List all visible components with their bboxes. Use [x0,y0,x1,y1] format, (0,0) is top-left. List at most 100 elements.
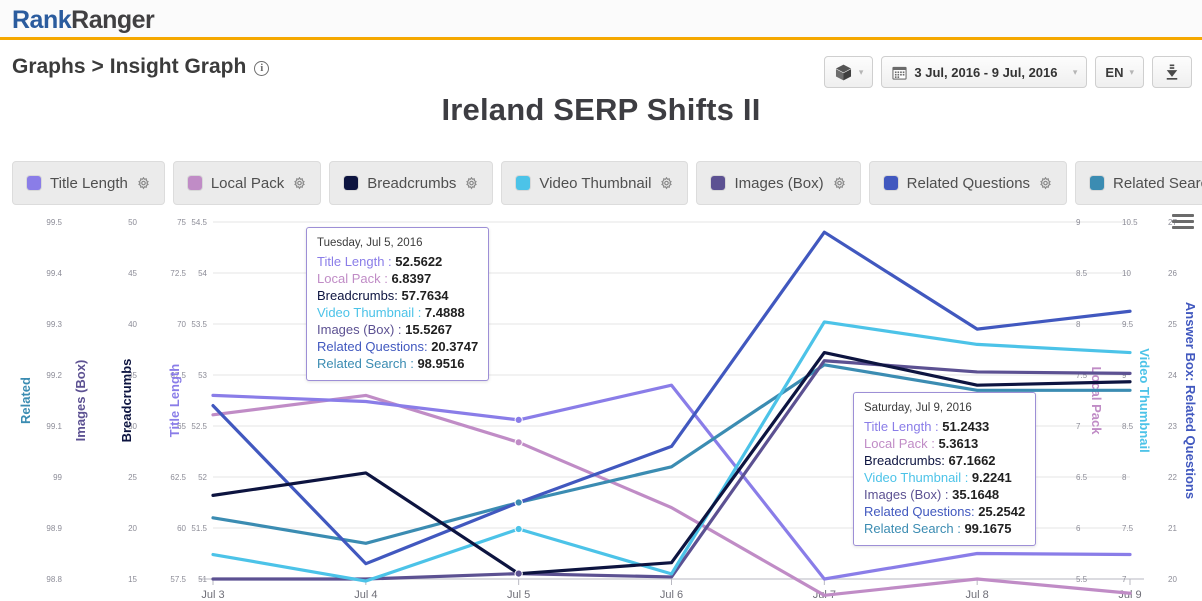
tooltip-series-value: 98.9516 [414,356,465,371]
tooltip-series-label: Related Questions: [317,339,428,354]
rankranger-logo[interactable]: RankRanger [12,6,154,35]
info-icon[interactable]: i [254,61,269,76]
chart-menu-button[interactable] [1172,214,1194,232]
page-title: Ireland SERP Shifts II [0,92,1202,128]
legend-item-video-thumbnail[interactable]: Video Thumbnail [501,161,688,205]
axis-tick-label: 10 [1122,269,1131,278]
cube-icon [834,63,853,82]
axis-title-right: Answer Box: Related Questions [1183,302,1198,499]
axis-tick-label: 50 [128,218,137,227]
series-legend: Title Length Local Pack Breadcrumbs Vide… [12,161,1202,205]
download-icon [1163,63,1181,81]
breadcrumb-insight-graph[interactable]: Insight Graph [110,55,247,79]
hamburger-bar [1172,220,1194,223]
legend-item-local-pack[interactable]: Local Pack [173,161,321,205]
project-selector-button[interactable]: ▾ [824,56,874,88]
axis-tick-label: 8.5 [1076,269,1088,278]
tooltip-series-label: Video Thumbnail : [864,470,968,485]
chevron-down-icon: ▾ [859,67,864,78]
axis-tick-label: 57.5 [170,575,186,584]
axis-tick-label: 6 [1076,524,1081,533]
tooltip-series-label: Breadcrumbs: [864,453,945,468]
legend-item-breadcrumbs[interactable]: Breadcrumbs [329,161,493,205]
download-button[interactable] [1152,56,1192,88]
legend-label: Local Pack [211,175,284,192]
axis-tick-label: 7 [1122,575,1127,584]
language-selector[interactable]: EN ▾ [1095,56,1144,88]
tooltip-rows: Title Length : 52.5622Local Pack : 6.839… [317,253,478,372]
tooltip-row: Related Search : 98.9516 [317,355,478,372]
color-swatch [188,176,202,190]
axis-tick-label: 99 [53,473,62,482]
tooltip-series-label: Related Questions: [864,504,975,519]
axis-title-left: Title Length [167,364,182,437]
color-swatch [711,176,725,190]
gear-icon[interactable] [293,177,306,190]
tooltip-series-value: 35.1648 [949,487,1000,502]
breadcrumb-graphs[interactable]: Graphs [12,55,86,79]
insight-graph-page: RankRanger Graphs > Insight Graph i ▾ [0,0,1202,601]
page-toolbar: ▾ 3 Jul, 2016 - 9 Jul, 2016 ▾ EN ▾ [824,56,1192,88]
axis-tick-label: 8 [1122,473,1127,482]
gear-icon[interactable] [137,177,150,190]
legend-item-title-length[interactable]: Title Length [12,161,165,205]
tooltip-series-label: Local Pack : [317,271,388,286]
axis-tick-label: 54 [198,269,207,278]
tooltip-series-value: 6.8397 [388,271,431,286]
gear-icon[interactable] [465,177,478,190]
tooltip-row: Related Questions: 25.2542 [864,503,1025,520]
tooltip-date: Tuesday, Jul 5, 2016 [317,235,478,252]
tooltip-row: Breadcrumbs: 67.1662 [864,452,1025,469]
data-point-marker[interactable] [515,439,522,446]
legend-label: Related Questions [907,175,1030,192]
legend-label: Video Thumbnail [539,175,651,192]
chevron-down-icon: ▾ [1129,67,1134,78]
axis-tick-label: 99.2 [46,371,62,380]
axis-tick-label: 7 [1076,422,1081,431]
logo-part-rank: Rank [12,6,71,34]
axis-tick-label: 5.5 [1076,575,1088,584]
tooltip-series-label: Related Search : [864,521,961,536]
axis-tick-label: 7.5 [1122,524,1134,533]
color-swatch [884,176,898,190]
legend-item-related-search[interactable]: Related Search [1075,161,1202,205]
gear-icon[interactable] [1039,177,1052,190]
axis-tick-label: 20 [128,524,137,533]
axis-tick-label: 98.9 [46,524,62,533]
tooltip-row: Related Search : 99.1675 [864,520,1025,537]
tooltip-row: Local Pack : 6.8397 [317,270,478,287]
tooltip-series-value: 52.5622 [392,254,443,269]
gear-icon[interactable] [833,177,846,190]
axis-tick-label: 10.5 [1122,218,1138,227]
axis-tick-label: 99.3 [46,320,62,329]
chart-tooltip-jul-9: Saturday, Jul 9, 2016 Title Length : 51.… [853,392,1036,546]
tooltip-series-value: 15.5267 [402,322,453,337]
date-range-picker[interactable]: 3 Jul, 2016 - 9 Jul, 2016 ▾ [881,56,1087,88]
color-swatch [344,176,358,190]
axis-tick-label: 15 [128,575,137,584]
axis-tick-label: 8.5 [1122,422,1134,431]
data-point-marker[interactable] [515,499,522,506]
tooltip-row: Images (Box) : 35.1648 [864,486,1025,503]
tooltip-series-value: 20.3747 [428,339,479,354]
axis-title-left: Images (Box) [73,360,88,442]
axis-tick-label: 72.5 [170,269,186,278]
data-point-marker[interactable] [515,525,522,532]
legend-item-images-box[interactable]: Images (Box) [696,161,860,205]
x-tick-label: Jul 8 [966,589,989,601]
tooltip-rows: Title Length : 51.2433Local Pack : 5.361… [864,418,1025,537]
axis-tick-label: 21 [1168,524,1177,533]
legend-label: Title Length [50,175,128,192]
hamburger-bar [1172,226,1194,229]
data-point-marker[interactable] [515,570,522,577]
axis-tick-label: 52.5 [191,422,207,431]
axis-title-left: Breadcrumbs [119,359,134,443]
legend-item-related-questions[interactable]: Related Questions [869,161,1067,205]
gear-icon[interactable] [660,177,673,190]
color-swatch [1090,176,1104,190]
axis-tick-label: 51 [198,575,207,584]
data-point-marker[interactable] [515,416,522,423]
logo-part-ranger: Ranger [71,6,154,34]
tooltip-row: Video Thumbnail : 9.2241 [864,469,1025,486]
axis-tick-label: 23 [1168,422,1177,431]
